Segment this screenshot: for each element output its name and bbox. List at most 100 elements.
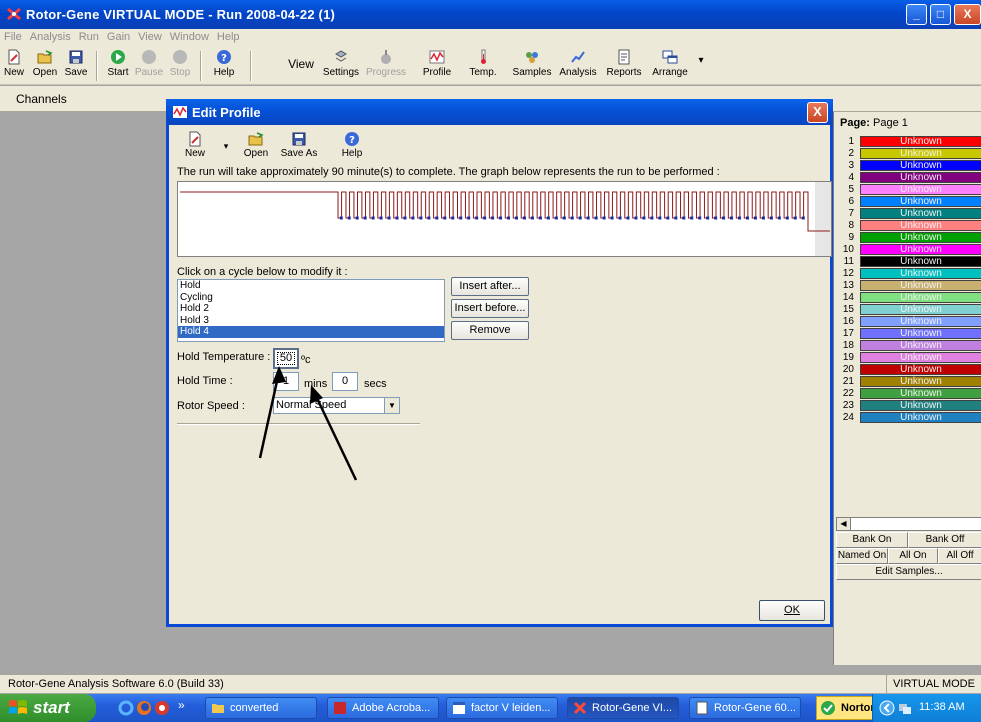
- menu-view[interactable]: View: [134, 29, 166, 43]
- sample-row[interactable]: 19 Unknown: [836, 352, 981, 364]
- dialog-new-button[interactable]: New: [181, 131, 209, 161]
- cycle-item-hold[interactable]: Hold: [178, 280, 444, 292]
- all-off-button[interactable]: All Off: [938, 548, 981, 564]
- sample-label[interactable]: Unknown: [860, 208, 981, 219]
- task-factor-v-leiden[interactable]: factor V leiden...: [446, 697, 558, 719]
- dialog-help-button[interactable]: ? Help: [337, 131, 367, 161]
- temp-button[interactable]: Temp.: [466, 49, 500, 83]
- sample-label[interactable]: Unknown: [860, 136, 981, 147]
- tray-expand-icon[interactable]: [879, 700, 895, 716]
- internet-explorer-icon[interactable]: [118, 700, 134, 716]
- sample-row[interactable]: 15 Unknown: [836, 304, 981, 316]
- sample-label[interactable]: Unknown: [860, 376, 981, 387]
- dialog-open-button[interactable]: Open: [239, 131, 273, 161]
- sample-label[interactable]: Unknown: [860, 172, 981, 183]
- menu-file[interactable]: File: [0, 29, 26, 43]
- dropdown-arrow-icon[interactable]: ▼: [384, 398, 399, 413]
- sample-row[interactable]: 8 Unknown: [836, 220, 981, 232]
- menu-window[interactable]: Window: [166, 29, 213, 43]
- quicklaunch-more-chevron-icon[interactable]: »: [178, 698, 185, 712]
- norton-tray-button[interactable]: Norton: [816, 696, 877, 720]
- sample-label[interactable]: Unknown: [860, 388, 981, 399]
- cycle-item-hold-4[interactable]: Hold 4: [178, 326, 444, 338]
- minimize-button[interactable]: _: [906, 4, 927, 25]
- stop-button[interactable]: Stop: [166, 49, 194, 83]
- sample-row[interactable]: 13 Unknown: [836, 280, 981, 292]
- task-rotor-gene-virtual[interactable]: Rotor-Gene VI...: [567, 697, 679, 719]
- sample-label[interactable]: Unknown: [860, 316, 981, 327]
- reports-button[interactable]: Reports: [604, 49, 644, 83]
- sample-row[interactable]: 21 Unknown: [836, 376, 981, 388]
- sample-label[interactable]: Unknown: [860, 244, 981, 255]
- firefox-icon[interactable]: [136, 700, 152, 716]
- sample-label[interactable]: Unknown: [860, 364, 981, 375]
- edit-samples-button[interactable]: Edit Samples...: [836, 564, 981, 580]
- cycle-list[interactable]: Hold Cycling Hold 2 Hold 3 Hold 4: [177, 279, 445, 342]
- scroll-left-arrow-icon[interactable]: ◀: [837, 518, 851, 530]
- sample-label[interactable]: Unknown: [860, 184, 981, 195]
- close-window-button[interactable]: X: [954, 4, 981, 25]
- sample-label[interactable]: Unknown: [860, 232, 981, 243]
- media-player-icon[interactable]: [154, 700, 170, 716]
- sample-label[interactable]: Unknown: [860, 280, 981, 291]
- sample-row[interactable]: 22 Unknown: [836, 388, 981, 400]
- bank-off-button[interactable]: Bank Off: [908, 532, 981, 548]
- sample-row[interactable]: 2 Unknown: [836, 148, 981, 160]
- ok-button[interactable]: OK: [759, 600, 825, 621]
- sample-row[interactable]: 18 Unknown: [836, 340, 981, 352]
- profile-button[interactable]: Profile: [420, 49, 454, 83]
- sample-label[interactable]: Unknown: [860, 352, 981, 363]
- profile-graph[interactable]: [177, 181, 832, 257]
- cycle-item-cycling[interactable]: Cycling: [178, 292, 444, 304]
- task-converted[interactable]: converted: [205, 697, 317, 719]
- sample-label[interactable]: Unknown: [860, 160, 981, 171]
- sample-row[interactable]: 14 Unknown: [836, 292, 981, 304]
- sample-row[interactable]: 9 Unknown: [836, 232, 981, 244]
- bank-on-button[interactable]: Bank On: [836, 532, 908, 548]
- hold-temperature-field[interactable]: 50: [273, 348, 299, 369]
- menu-gain[interactable]: Gain: [103, 29, 134, 43]
- toolbar-overflow-chevron-icon[interactable]: ▾: [696, 55, 706, 89]
- help-button[interactable]: ? Help: [206, 49, 242, 83]
- sample-row[interactable]: 1 Unknown: [836, 136, 981, 148]
- sample-row[interactable]: 24 Unknown: [836, 412, 981, 424]
- sample-row[interactable]: 4 Unknown: [836, 172, 981, 184]
- sample-row[interactable]: 5 Unknown: [836, 184, 981, 196]
- sample-label[interactable]: Unknown: [860, 412, 981, 423]
- sample-row[interactable]: 11 Unknown: [836, 256, 981, 268]
- menu-help[interactable]: Help: [213, 29, 244, 43]
- samples-button[interactable]: Samples: [510, 49, 554, 83]
- save-button[interactable]: Save: [62, 49, 90, 83]
- hold-minutes-field[interactable]: 1: [273, 372, 299, 391]
- new-button[interactable]: New: [2, 49, 26, 83]
- sample-row[interactable]: 12 Unknown: [836, 268, 981, 280]
- named-on-button[interactable]: Named On: [836, 548, 888, 564]
- sample-label[interactable]: Unknown: [860, 304, 981, 315]
- analysis-button[interactable]: Analysis: [556, 49, 600, 83]
- sample-label[interactable]: Unknown: [860, 196, 981, 207]
- pause-button[interactable]: Pause: [134, 49, 164, 83]
- insert-before-button[interactable]: Insert before...: [451, 299, 529, 318]
- hold-seconds-field[interactable]: 0: [332, 372, 358, 391]
- network-icon[interactable]: [897, 700, 913, 716]
- sample-row[interactable]: 17 Unknown: [836, 328, 981, 340]
- rotor-speed-select[interactable]: Normal Speed ▼: [273, 397, 400, 414]
- remove-button[interactable]: Remove: [451, 321, 529, 340]
- sample-label[interactable]: Unknown: [860, 268, 981, 279]
- sample-row[interactable]: 7 Unknown: [836, 208, 981, 220]
- page-selector[interactable]: Page: Page 1: [840, 117, 908, 129]
- start-button-taskbar[interactable]: start: [0, 694, 96, 722]
- sample-row[interactable]: 6 Unknown: [836, 196, 981, 208]
- sample-label[interactable]: Unknown: [860, 292, 981, 303]
- sample-label[interactable]: Unknown: [860, 400, 981, 411]
- sample-panel-scrollbar[interactable]: ◀: [836, 517, 981, 531]
- open-button[interactable]: Open: [30, 49, 60, 83]
- task-rotor-gene-60[interactable]: Rotor-Gene 60...: [689, 697, 801, 719]
- sample-label[interactable]: Unknown: [860, 256, 981, 267]
- sample-row[interactable]: 20 Unknown: [836, 364, 981, 376]
- dialog-close-button[interactable]: X: [807, 102, 828, 123]
- sample-label[interactable]: Unknown: [860, 220, 981, 231]
- menu-analysis[interactable]: Analysis: [26, 29, 75, 43]
- start-button[interactable]: Start: [104, 49, 132, 83]
- sample-row[interactable]: 10 Unknown: [836, 244, 981, 256]
